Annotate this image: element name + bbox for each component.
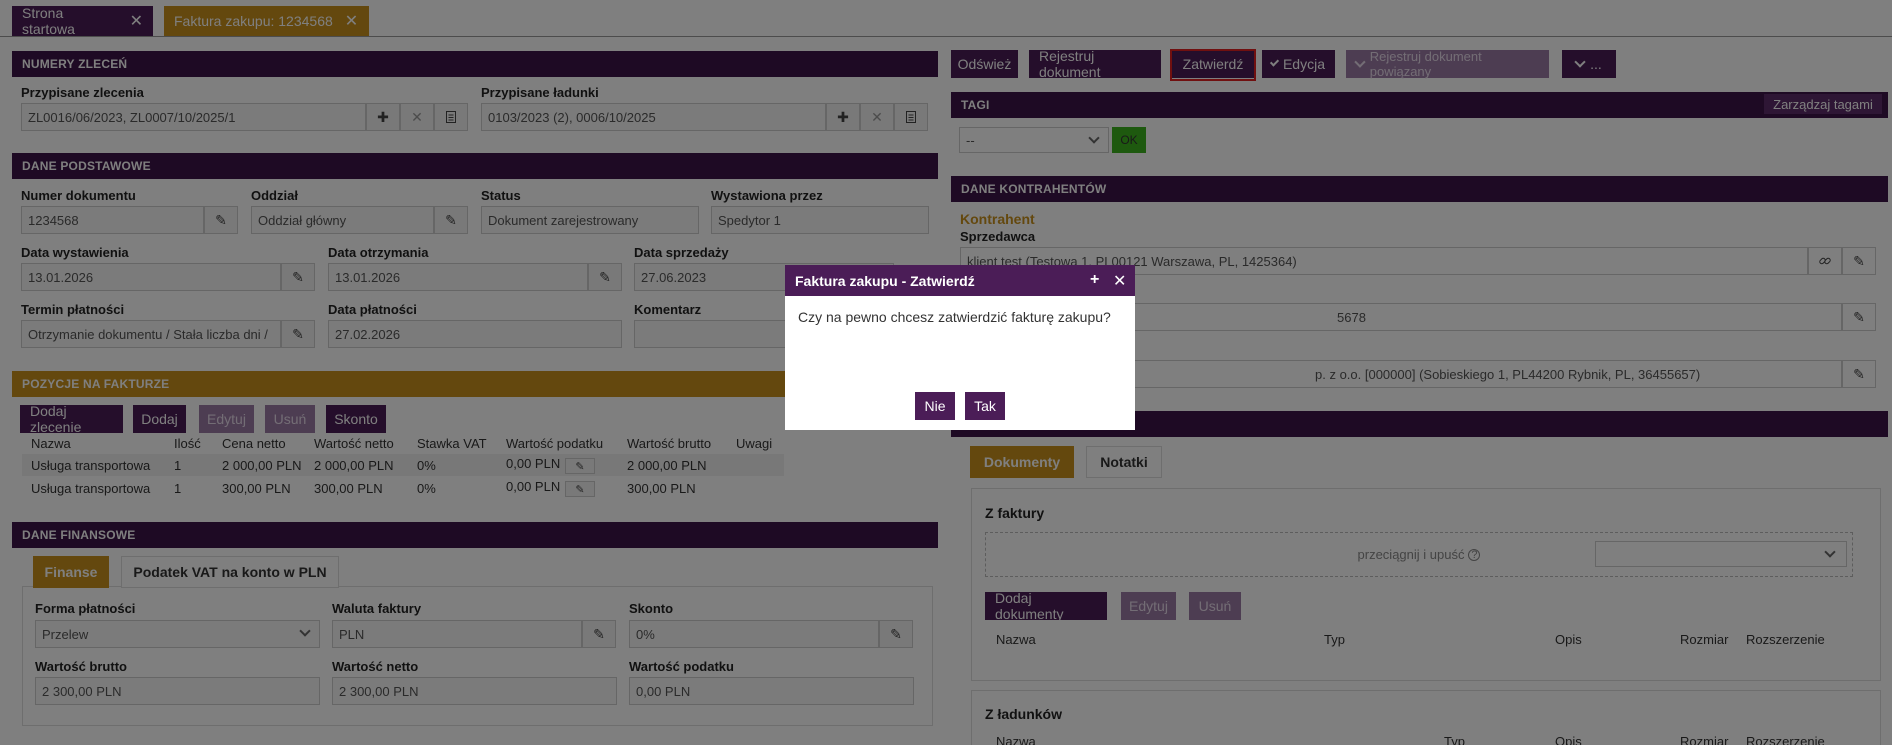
confirm-dialog: Faktura zakupu - Zatwierdź + ✕ Czy na pe… [785, 265, 1135, 430]
yes-button[interactable]: Tak [965, 392, 1005, 420]
no-button[interactable]: Nie [915, 392, 955, 420]
maximize-icon[interactable]: + [1090, 271, 1099, 289]
dialog-header: Faktura zakupu - Zatwierdź + ✕ [785, 265, 1135, 296]
dialog-message: Czy na pewno chcesz zatwierdzić fakturę … [798, 309, 1111, 325]
close-icon[interactable]: ✕ [1113, 271, 1126, 291]
dialog-title: Faktura zakupu - Zatwierdź [795, 272, 975, 289]
